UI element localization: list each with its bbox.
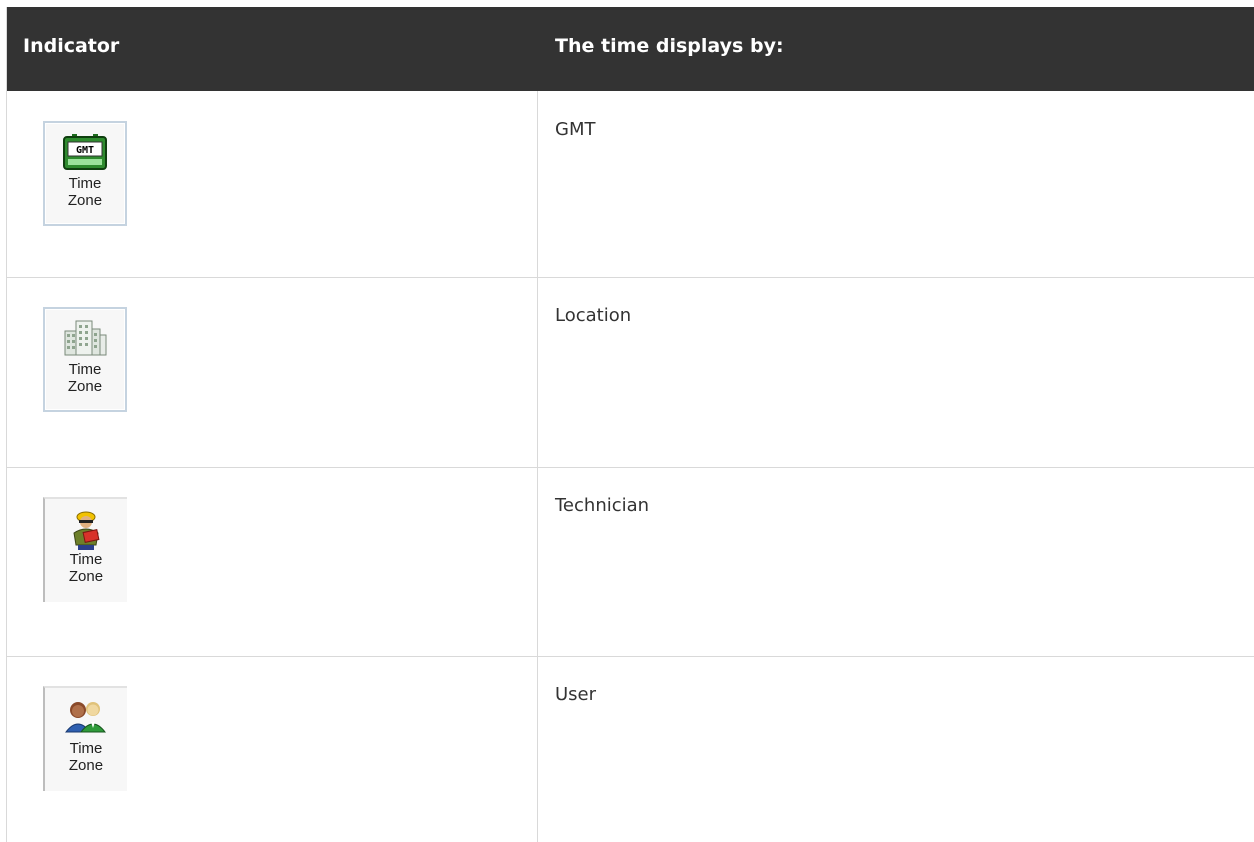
users-icon — [64, 702, 107, 733]
time-zone-technician-button[interactable]: Time Zone — [43, 497, 127, 602]
row-value: User — [555, 684, 597, 705]
header-time-displays-by: The time displays by: — [555, 35, 784, 57]
table-header: Indicator The time displays by: — [7, 7, 1254, 91]
building-icon — [64, 320, 107, 356]
button-label: Time Zone — [67, 175, 103, 209]
time-zone-user-button[interactable]: Time Zone — [43, 686, 127, 791]
header-indicator: Indicator — [23, 35, 120, 57]
row-value: Technician — [555, 495, 650, 516]
button-label: Time Zone — [68, 551, 104, 585]
button-label: Time Zone — [68, 740, 104, 774]
table-row: Time Zone Location — [7, 277, 1254, 468]
button-label: Time Zone — [67, 361, 103, 395]
time-zone-indicator-table: Indicator The time displays by: GMT Time… — [6, 7, 1254, 842]
table-row: Time Zone User — [7, 656, 1254, 842]
row-value: GMT — [555, 119, 596, 140]
table-row: Time Zone Technician — [7, 467, 1254, 657]
svg-text:GMT: GMT — [76, 145, 94, 156]
gmt-clock-icon: GMT — [63, 134, 107, 170]
time-zone-location-button[interactable]: Time Zone — [43, 307, 127, 412]
table-row: GMT Time Zone GMT — [7, 91, 1254, 278]
row-value: Location — [555, 305, 632, 326]
time-zone-gmt-button[interactable]: GMT Time Zone — [43, 121, 127, 226]
technician-icon — [73, 511, 100, 550]
column-divider — [537, 91, 538, 842]
